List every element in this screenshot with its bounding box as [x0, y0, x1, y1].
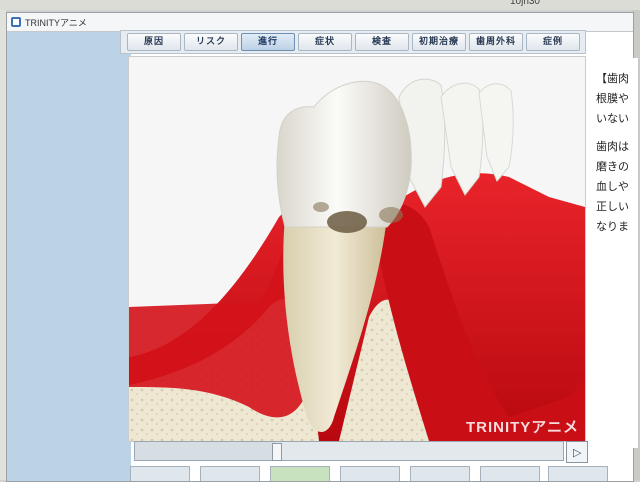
tab-initial-treatment[interactable]: 初期治療: [412, 33, 466, 51]
animation-viewport[interactable]: TRINITYアニメ: [128, 56, 586, 442]
bottom-button-5[interactable]: [410, 466, 470, 481]
bottom-button-4[interactable]: [340, 466, 400, 481]
text-line: 正しい: [596, 200, 629, 213]
text-line: 血しや: [596, 180, 629, 193]
seek-progress: [135, 442, 277, 460]
bottom-button-1[interactable]: [130, 466, 190, 481]
bottom-button-7[interactable]: [548, 466, 608, 481]
calculus-deposit-small: [379, 207, 403, 223]
tab-risk[interactable]: リスク: [184, 33, 238, 51]
tab-bar: 原因 リスク 進行 症状 検査 初期治療 歯周外科 症例: [120, 30, 586, 54]
app-icon: [11, 17, 21, 27]
seek-bar[interactable]: [134, 441, 564, 461]
tab-cases[interactable]: 症例: [526, 33, 580, 51]
text-line: 【歯肉: [596, 72, 629, 85]
text-line: 根膜や: [596, 92, 629, 105]
tooth-gum-illustration: [129, 57, 585, 441]
text-line: 磨きの: [596, 160, 629, 173]
bottom-button-3[interactable]: [270, 466, 330, 481]
bottom-button-6[interactable]: [480, 466, 540, 481]
window-title: TRINITYアニメ: [25, 18, 87, 28]
description-panel: 【歯肉 根膜や いない 歯肉は 磨きの 血しや 正しい なりま: [590, 58, 638, 448]
clock-fragment: 10jn30: [509, 0, 540, 7]
calculus-deposit: [327, 211, 367, 233]
monitor-top-bezel: 10jn30: [0, 0, 640, 10]
text-line: 歯肉は: [596, 140, 629, 153]
tab-cause[interactable]: 原因: [127, 33, 181, 51]
left-panel: [7, 32, 131, 481]
watermark: TRINITYアニメ: [465, 419, 579, 436]
tab-examination[interactable]: 検査: [355, 33, 409, 51]
tab-symptoms[interactable]: 症状: [298, 33, 352, 51]
seek-thumb[interactable]: [272, 443, 283, 461]
calculus-deposit-tiny: [313, 202, 329, 212]
tab-progression[interactable]: 進行: [241, 33, 295, 51]
play-icon: ▷: [573, 446, 582, 459]
bottom-button-2[interactable]: [200, 466, 260, 481]
text-line: なりま: [596, 220, 629, 233]
tab-periodontal-surgery[interactable]: 歯周外科: [469, 33, 523, 51]
play-button[interactable]: ▷: [566, 441, 588, 463]
text-line: いない: [596, 112, 629, 125]
